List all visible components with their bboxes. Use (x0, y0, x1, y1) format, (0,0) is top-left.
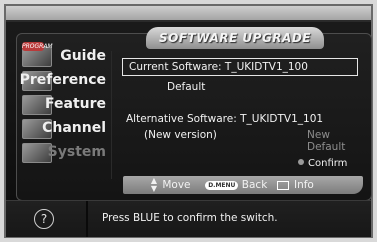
sidebar-item-label: Feature (45, 96, 106, 112)
sidebar-item-feature[interactable]: Feature (22, 95, 108, 115)
dmenu-key: D.MENU (205, 180, 239, 190)
current-software-field[interactable]: Current Software: T_UKIDTV1_100 (122, 58, 358, 76)
sidebar-item-channel[interactable]: Channel (22, 119, 108, 139)
tv-screen: SOFTWARE UPGRADE PROGRAM Guide Preferenc… (4, 4, 373, 238)
divider (111, 51, 112, 179)
alternative-software-label[interactable]: Alternative Software: T_UKIDTV1_101 (126, 113, 323, 125)
confirm-option[interactable]: Confirm (298, 158, 347, 169)
confirm-dot-icon (298, 159, 304, 165)
sidebar-item-label: Channel (42, 120, 106, 136)
menu-footer: ▲ ▼ Move D.MENU Back Info (123, 176, 363, 194)
menu-title: SOFTWARE UPGRADE (146, 27, 324, 49)
sidebar-item-label: Preference (19, 72, 106, 88)
help-separator (86, 201, 88, 237)
current-default-label: Default (167, 81, 206, 93)
help-icon: ? (34, 209, 54, 229)
info-label[interactable]: Info (294, 179, 314, 191)
info-icon (276, 180, 289, 190)
new-version-label: (New version) (144, 129, 217, 141)
new-default-label: New Default (307, 129, 346, 153)
sidebar-item-system[interactable]: System (22, 143, 108, 163)
sidebar-item-label: Guide (60, 48, 106, 64)
program-guide-badge: PROGRAM (22, 42, 53, 51)
confirm-label: Confirm (308, 158, 348, 169)
sidebar-item-guide[interactable]: PROGRAM Guide (22, 42, 108, 67)
sidebar: PROGRAM Guide Preference Feature Channel… (19, 42, 108, 167)
help-bar: ? Press BLUE to confirm the switch. (6, 200, 371, 237)
move-label: Move (162, 179, 191, 191)
back-label[interactable]: Back (242, 179, 268, 191)
sidebar-item-preference[interactable]: Preference (19, 71, 108, 91)
move-arrows-icon: ▲ ▼ (150, 176, 158, 193)
help-text: Press BLUE to confirm the switch. (102, 212, 278, 224)
sidebar-item-label: System (47, 144, 106, 160)
top-bar (6, 6, 371, 22)
